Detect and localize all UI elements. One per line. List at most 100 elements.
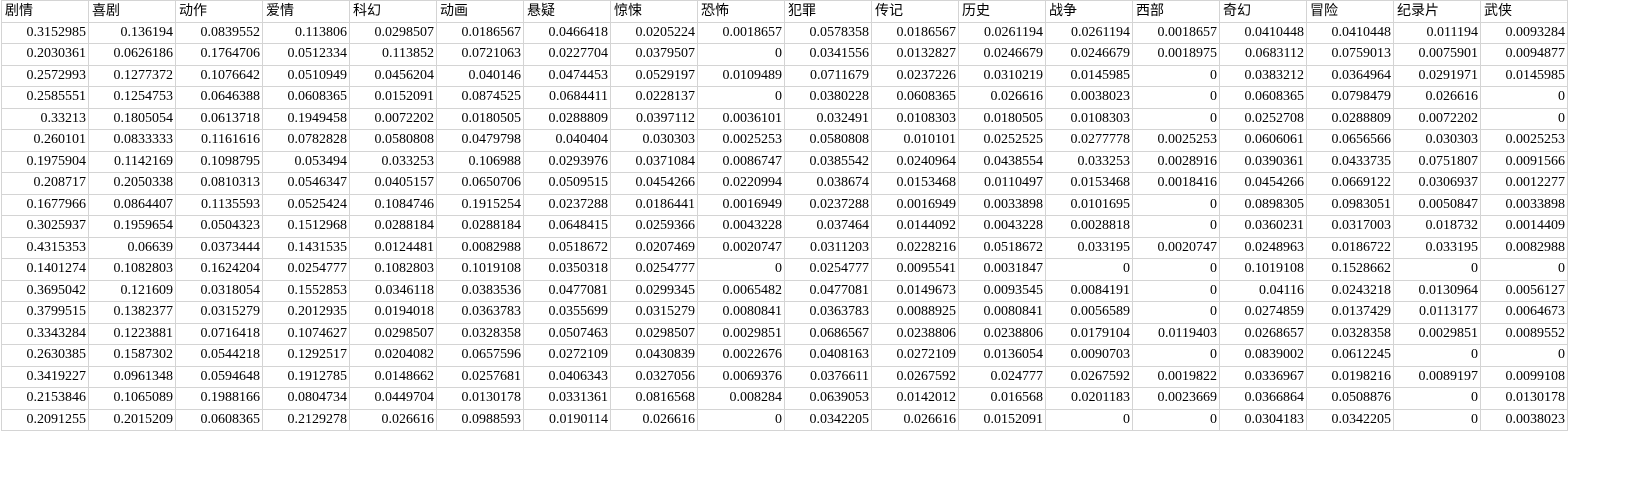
cell[interactable]: 0.3695042	[1, 279, 89, 302]
cell[interactable]: 0.0090703	[1045, 344, 1133, 367]
cell[interactable]: 0.2091255	[1, 408, 89, 431]
cell[interactable]: 0.208717	[1, 172, 89, 195]
cell[interactable]: 0.0268657	[1219, 322, 1307, 345]
cell[interactable]: 0.0267592	[1045, 365, 1133, 388]
cell[interactable]: 0.0364964	[1306, 64, 1394, 87]
cell[interactable]: 0.0341556	[784, 43, 872, 66]
cell[interactable]: 0.1959654	[88, 215, 176, 238]
cell[interactable]: 0.0683112	[1219, 43, 1307, 66]
cell[interactable]: 0.0342205	[784, 408, 872, 431]
cell[interactable]: 0.0608365	[175, 408, 263, 431]
cell[interactable]: 0.0109489	[697, 64, 785, 87]
cell[interactable]: 0.0272109	[871, 344, 959, 367]
cell[interactable]: 0.0186722	[1306, 236, 1394, 259]
cell[interactable]: 0.1949458	[262, 107, 350, 130]
cell[interactable]: 0.026616	[958, 86, 1046, 109]
cell[interactable]: 0.0686567	[784, 322, 872, 345]
cell[interactable]: 0	[1132, 301, 1220, 324]
cell[interactable]: 0.0082988	[1480, 236, 1568, 259]
cell[interactable]: 0.0380228	[784, 86, 872, 109]
cell[interactable]: 0.3419227	[1, 365, 89, 388]
cell[interactable]: 0.0018975	[1132, 43, 1220, 66]
cell[interactable]: 0.0113177	[1393, 301, 1481, 324]
cell[interactable]: 0.0016949	[697, 193, 785, 216]
cell[interactable]: 0.0257681	[436, 365, 524, 388]
cell[interactable]: 0.0580808	[349, 129, 437, 152]
cell[interactable]: 0.0029851	[697, 322, 785, 345]
cell[interactable]: 0.33213	[1, 107, 89, 130]
cell[interactable]: 0.0069376	[697, 365, 785, 388]
cell[interactable]: 0.033253	[1045, 150, 1133, 173]
cell[interactable]: 0.0390361	[1219, 150, 1307, 173]
cell[interactable]: 0.0510949	[262, 64, 350, 87]
cell[interactable]: 0.113806	[262, 21, 350, 44]
cell[interactable]: 0.1019108	[436, 258, 524, 281]
cell[interactable]: 0.037464	[784, 215, 872, 238]
cell[interactable]: 0.1135593	[175, 193, 263, 216]
cell[interactable]: 0.0525424	[262, 193, 350, 216]
header-cell[interactable]: 动画	[436, 0, 524, 23]
cell[interactable]: 0.0477081	[784, 279, 872, 302]
cell[interactable]: 0.0438554	[958, 150, 1046, 173]
cell[interactable]: 0.0025253	[1132, 129, 1220, 152]
header-cell[interactable]: 悬疑	[523, 0, 611, 23]
cell[interactable]: 0.1019108	[1219, 258, 1307, 281]
cell[interactable]: 0.0028818	[1045, 215, 1133, 238]
cell[interactable]: 0.0288184	[349, 215, 437, 238]
cell[interactable]: 0.0310219	[958, 64, 1046, 87]
cell[interactable]: 0.1223881	[88, 322, 176, 345]
cell[interactable]: 0	[697, 408, 785, 431]
cell[interactable]: 0.0186441	[610, 193, 698, 216]
cell[interactable]: 0.0186567	[871, 21, 959, 44]
cell[interactable]: 0.2015209	[88, 408, 176, 431]
cell[interactable]: 0	[697, 43, 785, 66]
cell[interactable]: 0.0318054	[175, 279, 263, 302]
cell[interactable]: 0.0626186	[88, 43, 176, 66]
cell[interactable]: 0.0248963	[1219, 236, 1307, 259]
cell[interactable]: 0.04116	[1219, 279, 1307, 302]
cell[interactable]: 0	[1393, 258, 1481, 281]
cell[interactable]: 0.0656566	[1306, 129, 1394, 152]
cell[interactable]: 0.0366864	[1219, 387, 1307, 410]
cell[interactable]: 0.0315279	[610, 301, 698, 324]
cell[interactable]: 0.0405157	[349, 172, 437, 195]
cell[interactable]: 0.0124481	[349, 236, 437, 259]
cell[interactable]: 0.0254777	[262, 258, 350, 281]
cell[interactable]: 0.0608365	[262, 86, 350, 109]
cell[interactable]: 0.0454266	[1219, 172, 1307, 195]
cell[interactable]: 0.3799515	[1, 301, 89, 324]
cell[interactable]: 0.0612245	[1306, 344, 1394, 367]
cell[interactable]: 0.0152091	[349, 86, 437, 109]
cell[interactable]: 0	[1132, 215, 1220, 238]
cell[interactable]: 0.136194	[88, 21, 176, 44]
cell[interactable]: 0.0509515	[523, 172, 611, 195]
cell[interactable]: 0.0751807	[1393, 150, 1481, 173]
cell[interactable]: 0.1382377	[88, 301, 176, 324]
cell[interactable]: 0.0043228	[697, 215, 785, 238]
cell[interactable]: 0.0145985	[1045, 64, 1133, 87]
cell[interactable]: 0.0089197	[1393, 365, 1481, 388]
header-cell[interactable]: 奇幻	[1219, 0, 1307, 23]
cell[interactable]: 0.0363783	[784, 301, 872, 324]
cell[interactable]: 0.0277778	[1045, 129, 1133, 152]
cell[interactable]: 0.0099108	[1480, 365, 1568, 388]
cell[interactable]: 0.1677966	[1, 193, 89, 216]
cell[interactable]: 0.0254777	[784, 258, 872, 281]
cell[interactable]: 0.1975904	[1, 150, 89, 173]
cell[interactable]: 0.0080841	[958, 301, 1046, 324]
cell[interactable]: 0.0379507	[610, 43, 698, 66]
cell[interactable]: 0.0433735	[1306, 150, 1394, 173]
header-cell[interactable]: 武侠	[1480, 0, 1568, 23]
cell[interactable]: 0.0101695	[1045, 193, 1133, 216]
cell[interactable]: 0.0153468	[1045, 172, 1133, 195]
cell[interactable]: 0.011194	[1393, 21, 1481, 44]
cell[interactable]: 0	[1045, 408, 1133, 431]
cell[interactable]: 0.0456204	[349, 64, 437, 87]
cell[interactable]: 0.0023669	[1132, 387, 1220, 410]
cell[interactable]: 0.0650706	[436, 172, 524, 195]
cell[interactable]: 0.0148662	[349, 365, 437, 388]
cell[interactable]: 0.0669122	[1306, 172, 1394, 195]
cell[interactable]: 0.1142169	[88, 150, 176, 173]
cell[interactable]: 0.121609	[88, 279, 176, 302]
cell[interactable]: 0.0961348	[88, 365, 176, 388]
